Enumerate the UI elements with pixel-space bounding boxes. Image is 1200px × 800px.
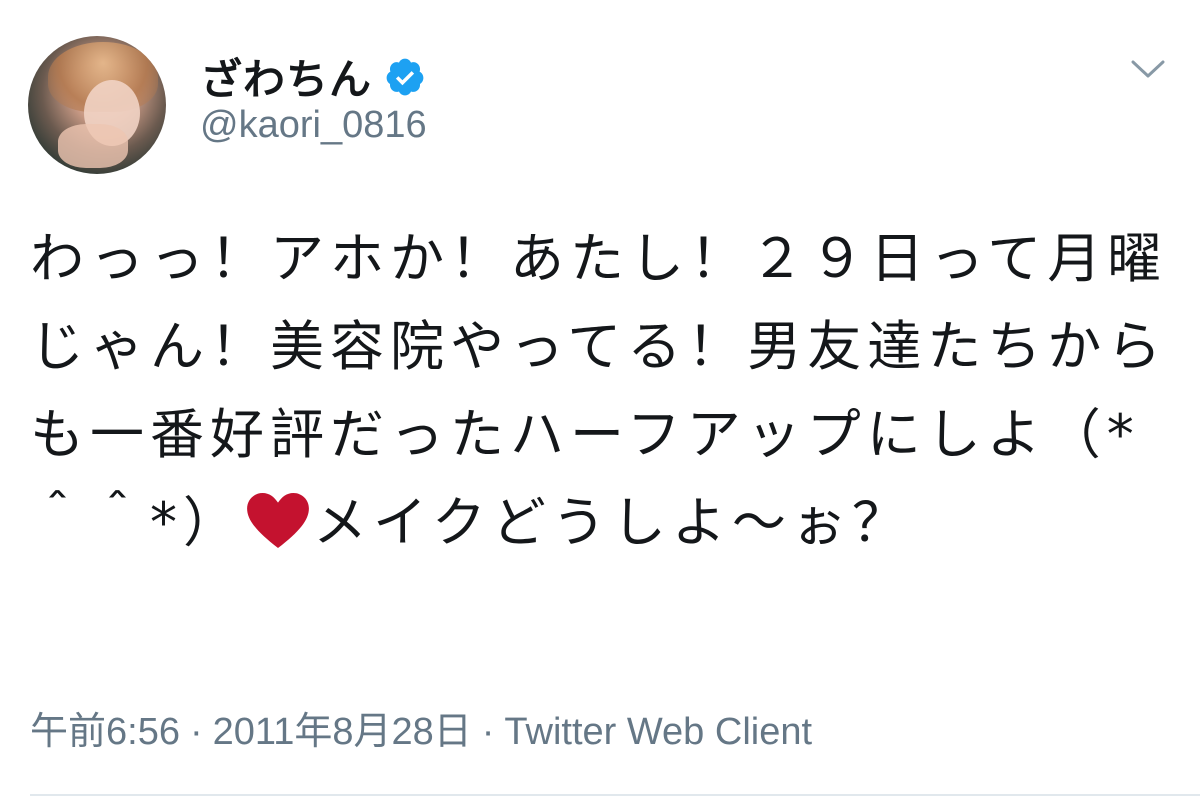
tweet-text: わっっ！アホか！あたし！２９日って月曜じゃん！美容院やってる！男友達たちからも一…	[30, 215, 1180, 567]
verified-badge-icon	[386, 58, 424, 95]
tweet-date[interactable]: 2011年8月28日	[213, 711, 472, 753]
tweet-text-part2: メイクどうしよ〜ぉ？	[313, 491, 912, 554]
tweet-source-link[interactable]: Twitter Web Client	[504, 711, 812, 753]
tweet-time[interactable]: 午前6:56	[30, 711, 180, 753]
red-heart-emoji-icon	[247, 493, 309, 549]
user-name-row: ざわちん	[200, 46, 426, 107]
meta-separator: ·	[189, 711, 203, 753]
divider	[30, 794, 1200, 796]
tweet-card: ざわちん @kaori_0816 わっっ！アホか！あたし！２９日って月曜じゃん！…	[0, 0, 1200, 800]
avatar[interactable]	[28, 36, 166, 174]
meta-separator-2: ·	[481, 711, 495, 753]
avatar-hand	[58, 124, 128, 168]
chevron-down-icon[interactable]	[1130, 58, 1166, 80]
display-name[interactable]: ざわちん	[200, 46, 372, 107]
user-handle[interactable]: @kaori_0816	[200, 104, 427, 147]
tweet-meta: 午前6:56 · 2011年8月28日 · Twitter Web Client	[30, 700, 812, 755]
